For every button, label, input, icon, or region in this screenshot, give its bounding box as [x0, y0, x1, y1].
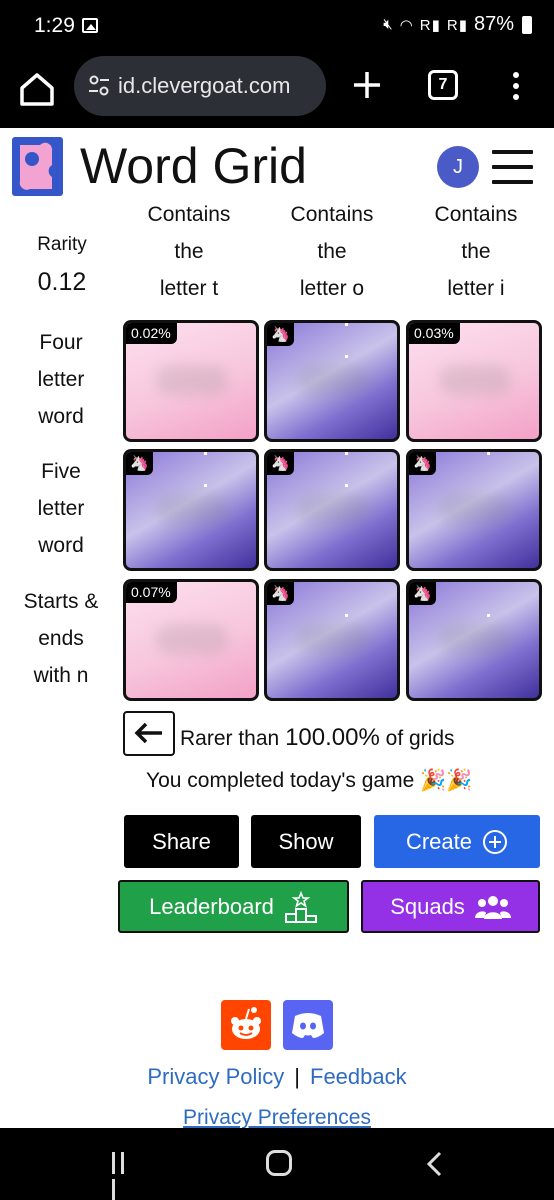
leaderboard-label: Leaderboard: [149, 893, 274, 919]
show-button[interactable]: Show: [251, 815, 361, 868]
unicorn-icon: 🦄: [267, 323, 294, 346]
column-header-3: Contains the letter i: [434, 203, 518, 300]
home-icon[interactable]: [16, 68, 58, 110]
word-grid-logo[interactable]: [12, 137, 63, 196]
link-separator: |: [294, 1064, 300, 1089]
row-header-3: Starts & ends with n: [23, 590, 99, 687]
feedback-link[interactable]: Feedback: [310, 1064, 407, 1089]
system-nav-bar: [0, 1128, 554, 1200]
unicorn-icon: 🦄: [409, 582, 436, 605]
unicorn-icon: 🦄: [267, 452, 294, 475]
discord-icon[interactable]: [283, 1000, 333, 1050]
grid-cell-r3-c1[interactable]: 0.07%: [123, 579, 259, 701]
browser-toolbar: id.clevergoat.com 7: [0, 52, 554, 128]
completion-message: You completed today's game 🎉🎉: [146, 769, 473, 792]
battery-icon: [522, 15, 532, 34]
hamburger-menu-icon[interactable]: [492, 150, 533, 184]
url-text: id.clevergoat.com: [118, 73, 291, 98]
squads-button[interactable]: Squads: [361, 880, 540, 933]
user-avatar[interactable]: J: [437, 146, 479, 188]
mute-icon: 🔇︎: [383, 16, 394, 33]
wifi-icon: ◠: [399, 16, 414, 34]
recent-apps-icon[interactable]: [112, 1152, 138, 1200]
podium-icon: [284, 890, 317, 923]
group-users-icon: [474, 895, 511, 919]
rarity-badge: 0.02%: [126, 323, 177, 344]
privacy-preferences-link[interactable]: Privacy Preferences: [0, 1106, 554, 1128]
status-right: 🔇︎ ◠ R▮ R▮ 87%: [383, 13, 532, 36]
row-header-1: Four letter word: [37, 331, 85, 428]
column-header-2: Contains the letter o: [290, 203, 374, 300]
rarity-label: Rarity: [37, 234, 87, 255]
back-button[interactable]: [123, 711, 175, 756]
grid-cell-r1-c2[interactable]: 🦄: [264, 320, 400, 442]
grid-cell-r1-c1[interactable]: 0.02%: [123, 320, 259, 442]
grid-cell-r3-c3[interactable]: 🦄: [406, 579, 542, 701]
plus-circle-icon: [483, 829, 508, 854]
back-nav-icon[interactable]: [424, 1150, 446, 1178]
page-title: Word Grid: [80, 138, 307, 194]
home-nav-icon[interactable]: [266, 1150, 292, 1176]
tab-switcher-button[interactable]: 7: [428, 70, 458, 100]
site-settings-icon[interactable]: [88, 74, 110, 98]
unicorn-icon: 🦄: [267, 582, 294, 605]
rarity-badge: 0.07%: [126, 582, 177, 603]
url-bar[interactable]: id.clevergoat.com: [74, 56, 326, 116]
unicorn-icon: 🦄: [409, 452, 436, 475]
status-bar: 1:29 🔇︎ ◠ R▮ R▮ 87%: [0, 0, 554, 52]
rarity-value: 0.12: [37, 268, 87, 296]
gallery-notification-icon: [82, 18, 98, 33]
rarity-badge: 0.03%: [409, 323, 460, 344]
arrow-left-icon: [134, 722, 162, 744]
privacy-policy-link[interactable]: Privacy Policy: [147, 1064, 284, 1089]
create-label: Create: [405, 828, 473, 854]
leaderboard-button[interactable]: Leaderboard: [118, 880, 349, 933]
grid-cell-r1-c3[interactable]: 0.03%: [406, 320, 542, 442]
signal-icon: R▮: [419, 16, 441, 34]
signal-icon-2: R▮: [446, 16, 468, 34]
footer-links: Privacy Policy | Feedback: [0, 1064, 554, 1090]
column-header-1: Contains the letter t: [147, 203, 231, 300]
squads-label: Squads: [390, 893, 465, 919]
battery-percent: 87%: [473, 13, 514, 35]
more-menu-icon[interactable]: [511, 70, 521, 104]
grid-cell-r2-c1[interactable]: 🦄: [123, 449, 259, 571]
reddit-icon[interactable]: [221, 1000, 271, 1050]
share-label: Share: [152, 828, 211, 854]
grid-cell-r2-c3[interactable]: 🦄: [406, 449, 542, 571]
grid-cell-r2-c2[interactable]: 🦄: [264, 449, 400, 571]
grid-cell-r3-c2[interactable]: 🦄: [264, 579, 400, 701]
new-tab-icon[interactable]: [350, 68, 384, 102]
status-time: 1:29: [34, 14, 75, 37]
rarity-summary: Rarer than 100.00% of grids: [180, 724, 455, 751]
share-button[interactable]: Share: [124, 815, 239, 868]
unicorn-icon: 🦄: [126, 452, 153, 475]
show-label: Show: [278, 828, 334, 854]
row-header-2: Five letter word: [37, 460, 85, 557]
create-button[interactable]: Create: [374, 815, 540, 868]
